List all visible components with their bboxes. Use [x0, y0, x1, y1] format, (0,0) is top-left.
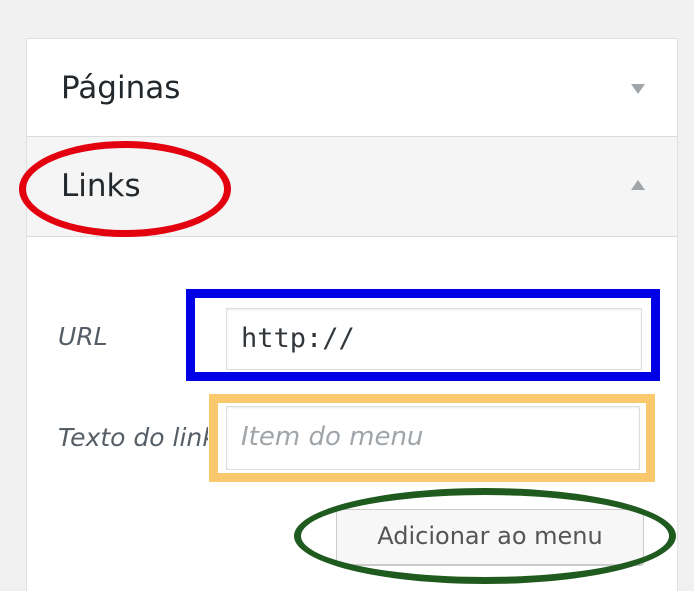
green-highlight-ellipse — [294, 488, 676, 584]
blue-highlight-box — [186, 289, 660, 381]
triangle-up-icon[interactable] — [631, 180, 645, 190]
triangle-down-icon[interactable] — [631, 84, 645, 94]
section-header-paginas[interactable]: Páginas — [27, 39, 677, 137]
link-text-label: Texto do link — [58, 423, 208, 452]
red-highlight-ellipse — [19, 141, 231, 237]
section-title-paginas: Páginas — [61, 70, 181, 106]
screenshot-stage: Páginas Links URL http:// Texto do link … — [0, 0, 694, 591]
orange-highlight-box — [209, 394, 655, 482]
url-label: URL — [58, 322, 108, 351]
